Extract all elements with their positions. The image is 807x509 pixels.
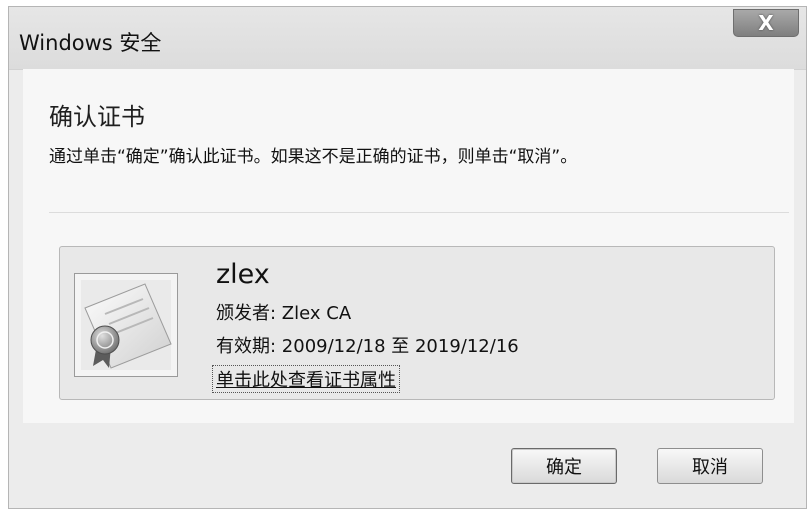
certificate-name: zlex <box>216 259 270 290</box>
certificate-validity: 有效期: 2009/12/18 至 2019/12/16 <box>216 336 519 357</box>
certificate-tile[interactable]: zlex 颁发者: Zlex CA 有效期: 2009/12/18 至 2019… <box>59 246 775 400</box>
certificate-icon <box>74 273 178 377</box>
close-button[interactable]: X <box>733 9 799 37</box>
window-title: Windows 安全 <box>19 31 162 55</box>
close-icon: X <box>758 11 774 35</box>
security-dialog: Windows 安全 X 确认证书 通过单击“确定”确认此证书。如果这不是正确的… <box>8 6 807 509</box>
cancel-button[interactable]: 取消 <box>657 448 763 484</box>
dialog-heading: 确认证书 <box>49 103 145 131</box>
dialog-description: 通过单击“确定”确认此证书。如果这不是正确的证书，则单击“取消”。 <box>49 147 578 167</box>
title-bar: Windows 安全 X <box>9 7 806 70</box>
dialog-content: 确认证书 通过单击“确定”确认此证书。如果这不是正确的证书，则单击“取消”。 z… <box>23 69 794 423</box>
divider <box>49 212 789 213</box>
ok-button[interactable]: 确定 <box>511 448 617 484</box>
view-certificate-properties-link[interactable]: 单击此处查看证书属性 <box>212 365 400 393</box>
dialog-footer: 确定 取消 <box>9 423 806 508</box>
certificate-issuer: 颁发者: Zlex CA <box>216 303 352 324</box>
